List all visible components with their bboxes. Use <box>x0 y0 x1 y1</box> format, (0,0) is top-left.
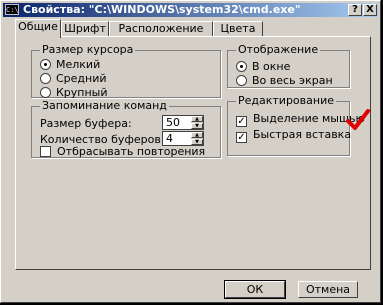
red-checkmark-icon <box>346 109 370 130</box>
insert-mode-checkbox[interactable]: ✓ Быстрая вставка <box>236 128 351 143</box>
radio-selected-icon <box>236 61 247 72</box>
buffer-count-value[interactable]: 4 <box>166 132 173 145</box>
editing-legend: Редактирование <box>236 94 336 108</box>
ok-button[interactable]: ОК <box>224 280 286 299</box>
display-group: Отображение В окне Во весь экран <box>227 43 350 88</box>
cancel-button[interactable]: Отмена <box>298 281 358 298</box>
spin-down-icon[interactable]: ▼ <box>191 123 203 129</box>
buffer-count-spinner[interactable]: 4 ▲ ▼ <box>162 131 204 146</box>
cursor-small-radio[interactable]: Мелкий <box>40 58 100 71</box>
discard-duplicates-checkbox[interactable]: Отбрасывать повторения <box>40 145 205 158</box>
checkbox-checked-icon: ✓ <box>236 116 247 127</box>
close-button[interactable]: X <box>363 4 377 16</box>
properties-dialog: C:\ Свойства: "C:\WINDOWS\system32\cmd.e… <box>0 0 381 303</box>
history-group: Запоминание команд Размер буфера: 50 ▲ ▼ … <box>31 99 221 158</box>
radio-icon <box>40 87 51 98</box>
history-legend: Запоминание команд <box>40 99 169 113</box>
buffer-size-spinner[interactable]: 50 ▲ ▼ <box>162 115 204 130</box>
buffer-size-label: Размер буфера: <box>40 117 132 130</box>
spin-up-icon[interactable]: ▲ <box>191 132 203 138</box>
cursor-medium-radio[interactable]: Средний <box>40 72 107 85</box>
cursor-size-legend: Размер курсора <box>40 43 136 57</box>
tab-layout[interactable]: Расположение <box>109 21 213 37</box>
display-legend: Отображение <box>236 43 321 57</box>
help-button[interactable]: ? <box>348 4 362 16</box>
radio-selected-icon <box>40 59 51 70</box>
title-bar[interactable]: C:\ Свойства: "C:\WINDOWS\system32\cmd.e… <box>3 3 378 17</box>
editing-group: Редактирование ✓ Выделение мышью ✓ Быстрая… <box>227 94 365 156</box>
buffer-size-value[interactable]: 50 <box>166 116 180 129</box>
checkbox-icon <box>40 146 51 157</box>
window-title: Свойства: "C:\WINDOWS\system32\cmd.exe" <box>23 3 301 16</box>
radio-icon <box>40 73 51 84</box>
radio-icon <box>236 75 247 86</box>
spin-up-icon[interactable]: ▲ <box>191 116 203 122</box>
display-window-radio[interactable]: В окне <box>236 60 290 73</box>
general-tab-panel: Размер курсора Мелкий Средний Крупный От… <box>15 36 371 270</box>
display-fullscreen-radio[interactable]: Во весь экран <box>236 74 333 87</box>
cursor-large-radio[interactable]: Крупный <box>40 86 108 99</box>
checkbox-checked-icon: ✓ <box>236 132 247 143</box>
tab-general[interactable]: Общие <box>15 19 61 38</box>
tab-colors[interactable]: Цвета <box>213 21 263 37</box>
tab-font[interactable]: Шрифт <box>61 21 109 37</box>
cmd-icon: C:\ <box>5 4 19 15</box>
cursor-size-group: Размер курсора Мелкий Средний Крупный <box>31 43 221 99</box>
